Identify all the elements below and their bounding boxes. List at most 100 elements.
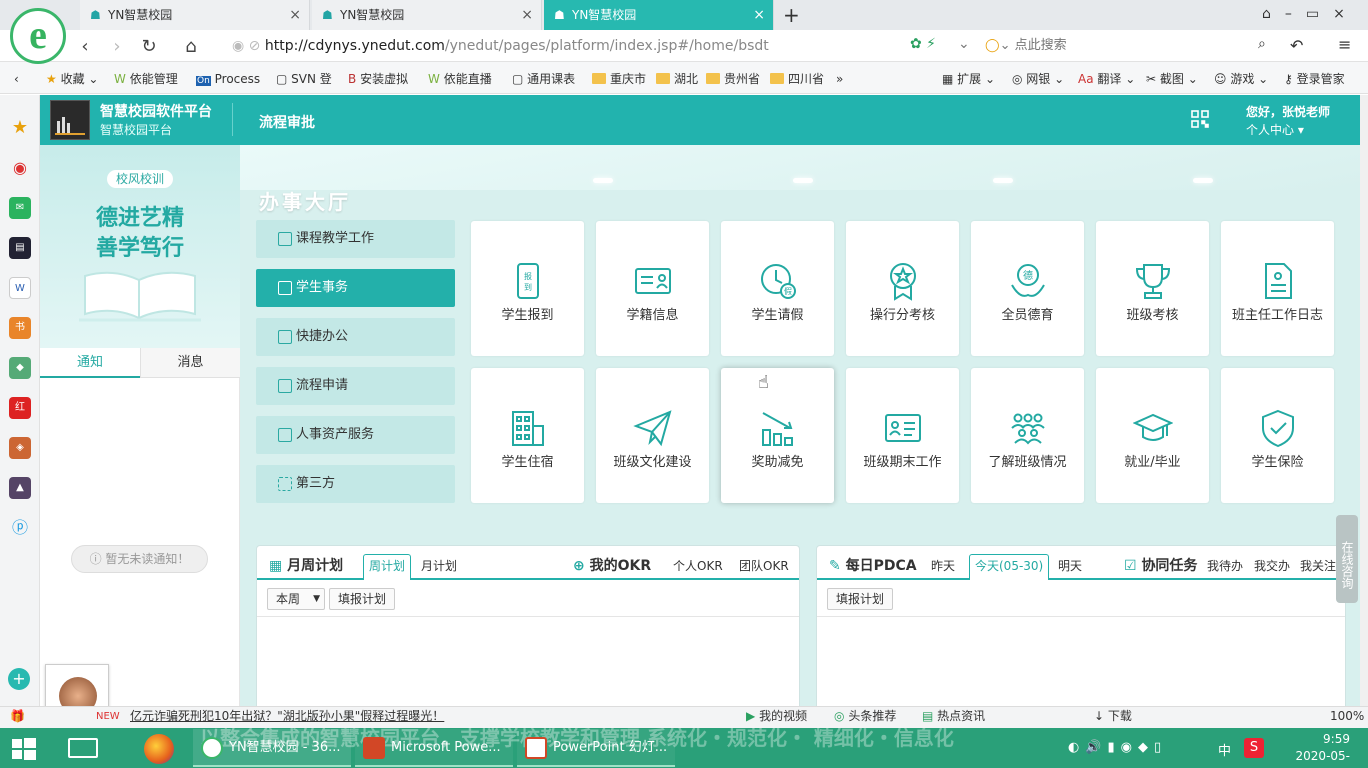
task-powerpoint[interactable]: Microsoft Powe... [355, 729, 513, 767]
bookmarks-toggle-icon[interactable]: ‹ [14, 70, 19, 88]
browser-tab-2[interactable]: ☗ YN智慧校园 × [312, 0, 542, 30]
card-class-culture[interactable]: 班级文化建设 [596, 368, 709, 503]
card-term-end-work[interactable]: 班级期末工作 [846, 368, 959, 503]
menu-hr-assets[interactable]: 人事资产服务 [256, 416, 455, 454]
shop-icon[interactable]: 红 [9, 397, 31, 419]
tab-yesterday[interactable]: 昨天 [931, 557, 955, 574]
tab-my-assigned[interactable]: 我交办 [1254, 557, 1290, 574]
window-controls[interactable]: ⌂–▭× [1262, 6, 1359, 22]
week-select[interactable]: 本周 ▼ [267, 588, 325, 610]
add-panel-icon[interactable]: + [8, 668, 30, 690]
pay-icon[interactable]: ⓟ [9, 517, 31, 539]
search-icon[interactable]: ⌕ [1258, 36, 1266, 52]
bookmark-item[interactable]: ▢ 通用课表 [512, 70, 575, 88]
card-graduation[interactable]: 就业/毕业 [1096, 368, 1209, 503]
tab-personal-okr[interactable]: 个人OKR [673, 557, 723, 574]
personal-center-menu[interactable]: 个人中心 ▾ [1246, 121, 1304, 138]
security-icon[interactable]: ✿ ⚡ [910, 36, 936, 52]
firefox-icon[interactable] [144, 734, 174, 764]
card-student-leave[interactable]: 假 学生请假 [721, 221, 834, 356]
tab-team-okr[interactable]: 团队OKR [739, 557, 789, 574]
game3-icon[interactable]: ▲ [9, 477, 31, 499]
url-field[interactable]: ◉ ⊘ http://cdynys.ynedut.com/ynedut/page… [232, 33, 892, 59]
module-title[interactable]: 流程审批 [259, 112, 315, 132]
online-consult-button[interactable]: 在线咨询 [1336, 515, 1358, 603]
card-financial-aid[interactable]: 奖助减免 [721, 368, 834, 503]
browser-logo-icon[interactable]: e [10, 8, 66, 64]
task-slideshow[interactable]: PowerPoint 幻灯... [517, 729, 675, 767]
bookmark-item[interactable]: On Process [196, 70, 260, 88]
tab-tomorrow[interactable]: 明天 [1058, 557, 1082, 574]
mail-icon[interactable]: ✉ [9, 197, 31, 219]
dropdown-icon[interactable]: ⌄ [958, 36, 970, 52]
game-icon[interactable]: ◆ [9, 357, 31, 379]
close-tab-icon[interactable]: × [521, 0, 533, 30]
browser-tab-3-active[interactable]: ☗ YN智慧校园 × [544, 0, 774, 30]
menu-third-party[interactable]: 第三方 [256, 465, 455, 503]
windows-start-icon[interactable] [12, 738, 36, 760]
extensions-button[interactable]: ▦ 扩展 ⌄ [942, 70, 995, 88]
tab-my-followed[interactable]: 我关注 [1300, 557, 1336, 574]
tab-messages[interactable]: 消息 [140, 348, 240, 378]
fill-plan-button[interactable]: 填报计划 [329, 588, 396, 610]
menu-icon[interactable]: ≡ [1338, 35, 1351, 54]
card-class-assessment[interactable]: 班级考核 [1096, 221, 1209, 356]
card-moral-education[interactable]: 德 全员德育 [971, 221, 1084, 356]
app-icon[interactable]: ▤ [9, 237, 31, 259]
sogou-icon[interactable]: S [1244, 738, 1264, 758]
weibo-icon[interactable]: ◉ [9, 157, 31, 179]
bookmark-folder[interactable]: 湖北 [656, 70, 698, 88]
card-conduct-score[interactable]: 操行分考核 [846, 221, 959, 356]
menu-quick-office[interactable]: 快捷办公 [256, 318, 455, 356]
forward-icon[interactable]: › [106, 36, 128, 58]
bank-button[interactable]: ◎ 网银 ⌄ [1012, 70, 1064, 88]
qrcode-icon[interactable] [1191, 110, 1209, 128]
favorites-star-icon[interactable]: ★ [9, 117, 31, 139]
tab-my-todo[interactable]: 我待办 [1207, 557, 1243, 574]
task-browser[interactable]: YN智慧校园 - 36... [193, 729, 351, 767]
novel-icon[interactable]: 书 [9, 317, 31, 339]
keyboard-icon[interactable] [68, 738, 98, 758]
tab-notice[interactable]: 通知 [40, 348, 140, 378]
bookmark-folder[interactable]: 四川省 [770, 70, 824, 88]
ime-indicator[interactable]: 中 [1218, 740, 1231, 759]
zoom-level[interactable]: 100% [1330, 706, 1364, 727]
page-scrollbar[interactable] [1360, 95, 1368, 728]
card-student-insurance[interactable]: 学生保险 [1221, 368, 1334, 503]
tray-icons[interactable]: ◐🔊▮◉◆▯ [1068, 740, 1167, 755]
bookmark-item[interactable]: W 依能管理 [114, 70, 178, 88]
fill-plan-button[interactable]: 填报计划 [827, 588, 894, 610]
bookmark-item[interactable]: B 安装虚拟 [348, 70, 408, 88]
bookmarks-more[interactable]: » [836, 70, 843, 88]
undo-icon[interactable]: ↶ [1290, 36, 1303, 55]
back-icon[interactable]: ‹ [74, 36, 96, 58]
close-tab-icon[interactable]: × [753, 0, 765, 30]
bookmark-folder[interactable]: 贵州省 [706, 70, 760, 88]
translate-button[interactable]: Aa 翻译 ⌄ [1078, 70, 1135, 88]
card-dormitory[interactable]: 学生住宿 [471, 368, 584, 503]
browser-search-input[interactable]: ◯⌄ 点此搜索 [985, 33, 1275, 59]
login-manager-button[interactable]: ⚷ 登录管家 [1284, 70, 1345, 88]
games-button[interactable]: ☺ 游戏 ⌄ [1214, 70, 1268, 88]
bookmark-item[interactable]: W 依能直播 [428, 70, 492, 88]
word-icon[interactable]: W [9, 277, 31, 299]
card-student-records[interactable]: 学籍信息 [596, 221, 709, 356]
menu-process-apply[interactable]: 流程申请 [256, 367, 455, 405]
menu-student-affairs[interactable]: 学生事务 [256, 269, 455, 307]
menu-course-teaching[interactable]: 课程教学工作 [256, 220, 455, 258]
system-clock[interactable]: 9:59 2020-05-30 [1282, 731, 1350, 768]
bookmark-item[interactable]: ▢ SVN 登 [276, 70, 332, 88]
card-class-overview[interactable]: 了解班级情况 [971, 368, 1084, 503]
tab-week-plan[interactable]: 周计划 [363, 554, 412, 580]
new-tab-button[interactable]: + [783, 3, 800, 27]
bookmark-favorites[interactable]: ★ 收藏 ⌄ [46, 70, 98, 88]
tab-month-plan[interactable]: 月计划 [421, 557, 457, 574]
bookmark-folder[interactable]: 重庆市 [592, 70, 646, 88]
browser-tab-1[interactable]: ☗ YN智慧校园 × [80, 0, 310, 30]
home-icon[interactable]: ⌂ [180, 36, 202, 58]
card-teacher-log[interactable]: 班主任工作日志 [1221, 221, 1334, 356]
gift-icon[interactable]: 🎁 [10, 706, 25, 727]
screenshot-button[interactable]: ✂ 截图 ⌄ [1146, 70, 1198, 88]
refresh-icon[interactable]: ↻ [138, 36, 160, 58]
game2-icon[interactable]: ◈ [9, 437, 31, 459]
